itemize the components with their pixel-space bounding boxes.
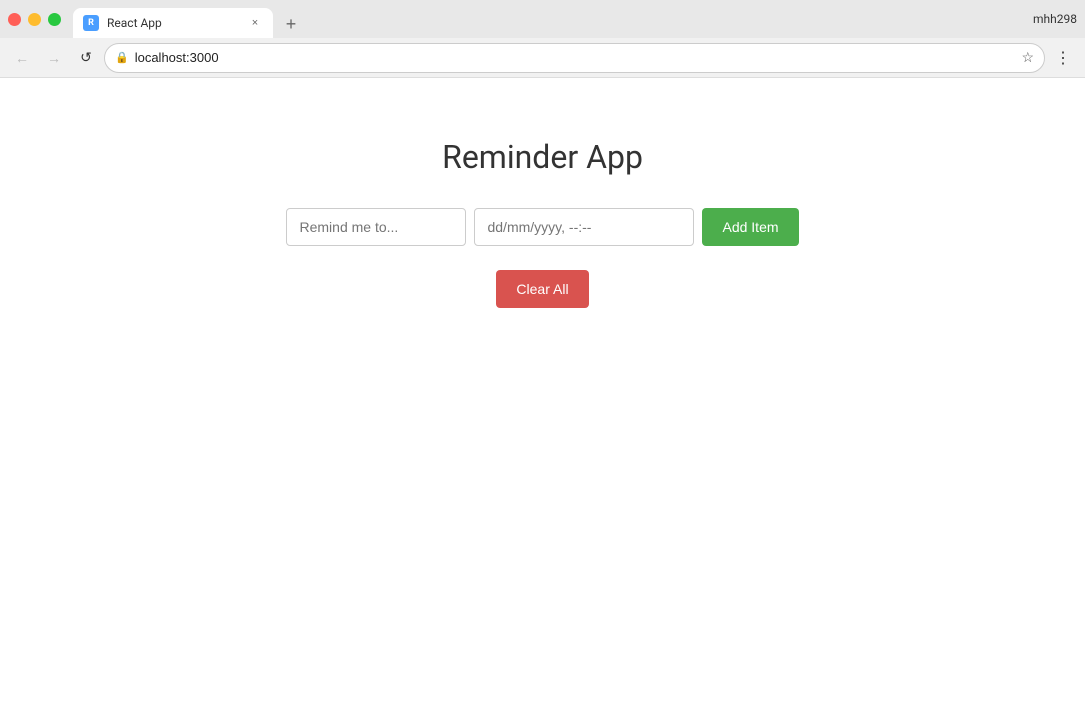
- back-icon: ←: [15, 50, 29, 66]
- address-bar-input[interactable]: [135, 50, 1016, 65]
- reminder-date-input[interactable]: [474, 208, 694, 246]
- add-item-button[interactable]: Add Item: [702, 208, 798, 246]
- close-window-button[interactable]: [8, 13, 21, 26]
- active-tab[interactable]: R React App ×: [73, 8, 273, 38]
- tabs-area: R React App × +: [73, 0, 1033, 38]
- close-tab-button[interactable]: ×: [247, 15, 263, 31]
- app-content: Reminder App Add Item Clear All: [0, 78, 1085, 701]
- window-controls: [8, 13, 61, 26]
- refresh-icon: ↺: [80, 49, 92, 66]
- tab-title-label: React App: [107, 16, 239, 30]
- new-tab-button[interactable]: +: [277, 10, 305, 38]
- reminder-text-input[interactable]: [286, 208, 466, 246]
- back-button[interactable]: ←: [8, 44, 36, 72]
- address-bar-container: 🔒 ☆: [104, 43, 1045, 73]
- input-row: Add Item: [286, 208, 798, 246]
- star-icon[interactable]: ☆: [1021, 50, 1034, 66]
- menu-icon: ⋮: [1055, 48, 1071, 68]
- title-bar: R React App × + mhh298: [0, 0, 1085, 38]
- refresh-button[interactable]: ↺: [72, 44, 100, 72]
- browser-menu-button[interactable]: ⋮: [1049, 44, 1077, 72]
- tab-favicon-icon: R: [83, 15, 99, 31]
- browser-toolbar: ← → ↺ 🔒 ☆ ⋮: [0, 38, 1085, 78]
- lock-icon: 🔒: [115, 51, 129, 64]
- app-title: Reminder App: [442, 138, 643, 176]
- maximize-window-button[interactable]: [48, 13, 61, 26]
- minimize-window-button[interactable]: [28, 13, 41, 26]
- user-profile-label: mhh298: [1033, 12, 1077, 26]
- browser-chrome: R React App × + mhh298 ← → ↺ 🔒 ☆ ⋮: [0, 0, 1085, 78]
- forward-button[interactable]: →: [40, 44, 68, 72]
- clear-all-button[interactable]: Clear All: [496, 270, 588, 308]
- forward-icon: →: [47, 50, 61, 66]
